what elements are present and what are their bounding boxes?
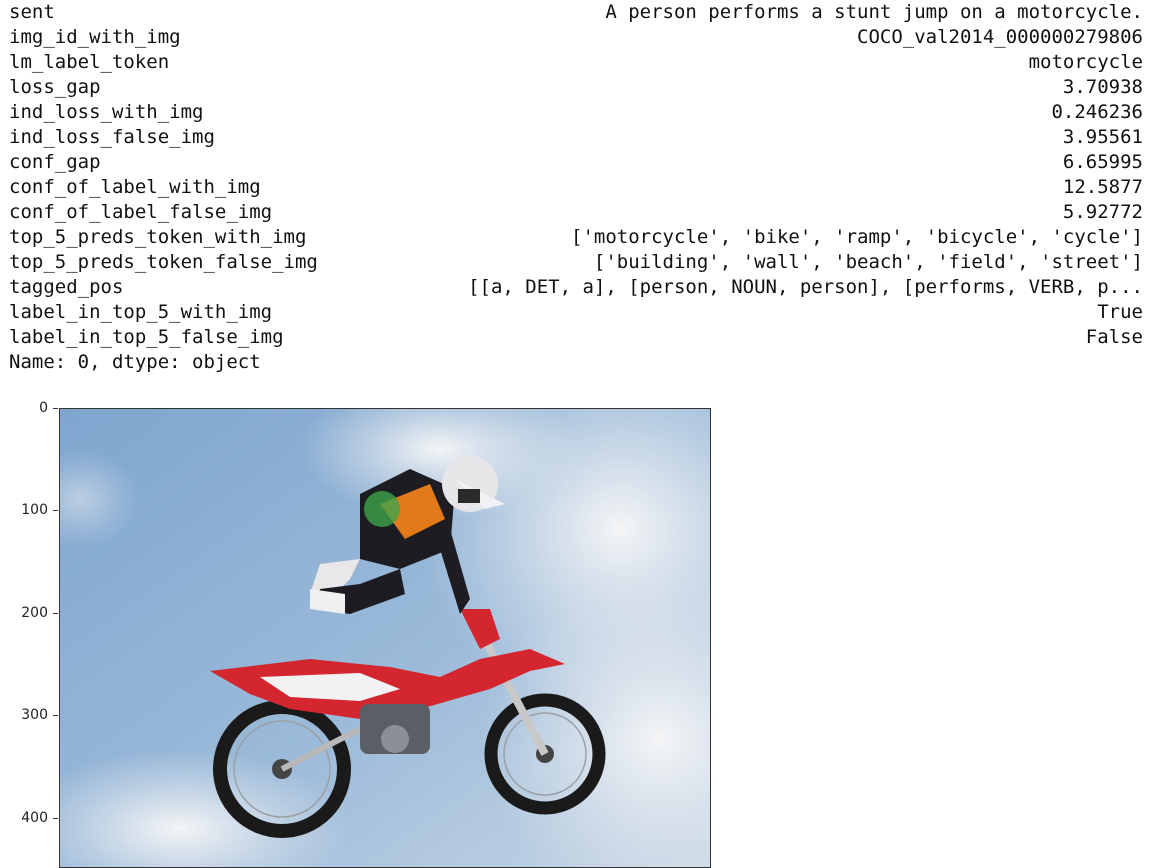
series-row: conf_of_label_with_img 12.5877 xyxy=(9,175,1143,200)
image-plot: 0 100 200 300 400 xyxy=(0,395,1152,868)
series-key: loss_gap xyxy=(9,76,101,98)
series-row: ind_loss_false_img 3.95561 xyxy=(9,125,1143,150)
series-row: sent A person performs a stunt jump on a … xyxy=(9,0,1143,25)
y-tick: 400 xyxy=(0,808,58,828)
series-value: COCO_val2014_000000279806 xyxy=(857,26,1143,48)
y-tick-label: 200 xyxy=(21,604,48,621)
series-key: top_5_preds_token_with_img xyxy=(9,226,307,248)
series-value: True xyxy=(1097,301,1143,323)
series-row: conf_gap 6.65995 xyxy=(9,150,1143,175)
y-tick-mark xyxy=(53,408,58,409)
series-value: False xyxy=(1085,326,1143,348)
series-key: top_5_preds_token_false_img xyxy=(9,251,318,273)
series-output: sent A person performs a stunt jump on a … xyxy=(9,0,1143,375)
plot-axes xyxy=(59,408,711,868)
y-tick-mark xyxy=(53,715,58,717)
y-tick: 300 xyxy=(0,705,58,725)
series-row: tagged_pos [[a, DET, a], [person, NOUN, p… xyxy=(9,275,1143,300)
series-footer: Name: 0, dtype: object xyxy=(9,351,261,373)
series-value: 5.92772 xyxy=(1062,201,1143,223)
series-value: motorcycle xyxy=(1028,51,1143,73)
series-key: conf_gap xyxy=(9,151,101,173)
series-row: top_5_preds_token_with_img ['motorcycle',… xyxy=(9,225,1143,250)
series-key: tagged_pos xyxy=(9,276,124,298)
series-rows: sent A person performs a stunt jump on a … xyxy=(9,0,1143,350)
series-key: ind_loss_with_img xyxy=(9,101,204,123)
y-tick-mark xyxy=(53,817,58,819)
series-value: 3.70938 xyxy=(1062,76,1143,98)
series-row: conf_of_label_false_img 5.92772 xyxy=(9,200,1143,225)
series-row: top_5_preds_token_false_img ['building', … xyxy=(9,250,1143,275)
series-row: label_in_top_5_with_img True xyxy=(9,300,1143,325)
series-key: label_in_top_5_false_img xyxy=(9,326,284,348)
series-row: ind_loss_with_img 0.246236 xyxy=(9,100,1143,125)
series-value: 12.5877 xyxy=(1062,176,1143,198)
y-tick-label: 100 xyxy=(21,502,48,519)
y-tick-label: 0 xyxy=(39,400,48,416)
series-value: 3.95561 xyxy=(1062,126,1143,148)
y-tick: 100 xyxy=(0,500,58,520)
series-row: loss_gap 3.70938 xyxy=(9,75,1143,100)
photo xyxy=(60,409,710,867)
series-key: lm_label_token xyxy=(9,51,170,73)
series-key: label_in_top_5_with_img xyxy=(9,301,273,323)
y-tick: 0 xyxy=(0,398,58,418)
series-key: conf_of_label_with_img xyxy=(9,176,261,198)
y-tick-mark xyxy=(53,612,58,614)
series-row: label_in_top_5_false_img False xyxy=(9,325,1143,350)
series-value: A person performs a stunt jump on a moto… xyxy=(605,1,1143,23)
series-value: 6.65995 xyxy=(1062,151,1143,173)
series-key: img_id_with_img xyxy=(9,26,181,48)
series-key: ind_loss_false_img xyxy=(9,126,215,148)
series-row: lm_label_token motorcycle xyxy=(9,50,1143,75)
y-tick: 200 xyxy=(0,603,58,623)
series-row: img_id_with_img COCO_val2014_000000279806 xyxy=(9,25,1143,50)
y-tick-label: 400 xyxy=(21,809,48,826)
series-key: sent xyxy=(9,1,55,23)
series-key: conf_of_label_false_img xyxy=(9,201,273,223)
series-value: ['motorcycle', 'bike', 'ramp', 'bicycle'… xyxy=(571,226,1143,248)
series-value: ['building', 'wall', 'beach', 'field', '… xyxy=(593,251,1143,273)
series-value: [[a, DET, a], [person, NOUN, person], [p… xyxy=(468,276,1143,298)
y-tick-mark xyxy=(53,510,58,512)
series-value: 0.246236 xyxy=(1051,101,1143,123)
y-tick-label: 300 xyxy=(21,707,48,724)
